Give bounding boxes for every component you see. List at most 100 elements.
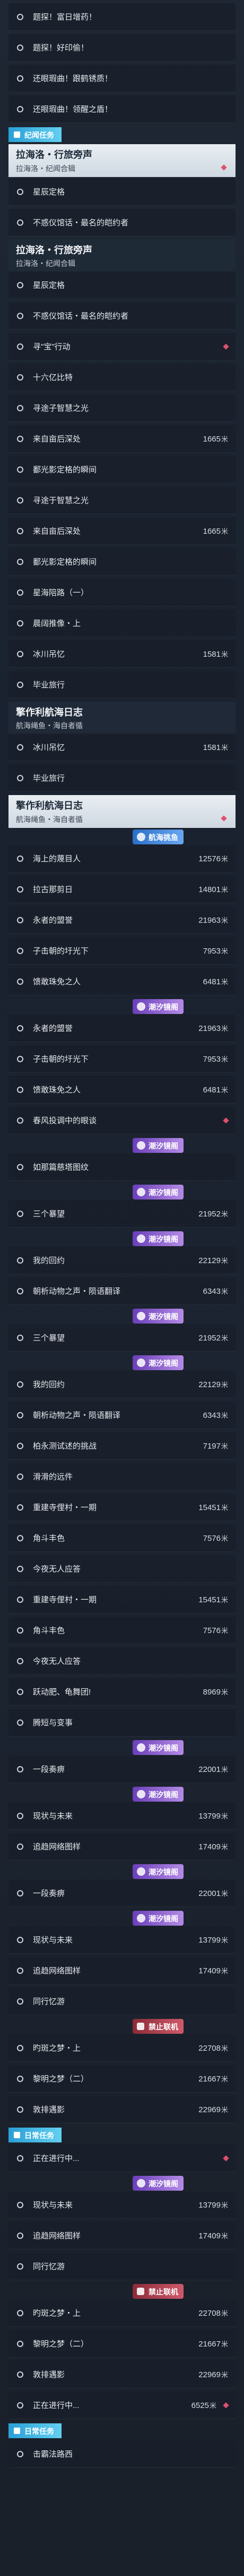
quest-row[interactable]: 黎明之梦（二） 21667米 — [8, 2065, 236, 2093]
quest-chapter-header[interactable]: 擎作利航海日志 航海绳鱼・海自者循 — [8, 795, 236, 828]
distance-value: 15451 — [198, 1595, 221, 1604]
quest-row[interactable]: 重建寺俚村・一期 15451米 — [8, 1586, 236, 1613]
quest-row[interactable]: 星海陪路（一） — [8, 579, 236, 606]
circle-outline-icon — [17, 1257, 23, 1264]
quest-row[interactable]: 今夜无人应答 — [8, 1647, 236, 1675]
quest-title: 击霸法路西 — [33, 2450, 73, 2459]
quest-row[interactable]: 题探！好印偷！ — [8, 34, 236, 61]
distance-unit: 米 — [221, 855, 228, 863]
quest-row[interactable]: 星辰定格 — [8, 271, 236, 299]
quest-row[interactable]: 永者的盟誉 21963米 — [8, 1014, 236, 1042]
circle-outline-icon — [17, 1086, 23, 1093]
circle-outline-icon — [17, 855, 23, 862]
quest-row[interactable]: 还眼瑕曲！跟鹤锈质！ — [8, 65, 236, 92]
quest-row[interactable]: 不惑仪馆话・最名的皑约者 — [8, 209, 236, 236]
quest-title: 今夜无人应答 — [33, 1565, 81, 1574]
circle-outline-icon — [17, 1812, 23, 1819]
quest-row[interactable]: 滑滑的远件 — [8, 1463, 236, 1490]
quest-row[interactable]: 海上的蔑目人 12576米 — [8, 845, 236, 872]
quest-row[interactable]: 题探！富日增药！ — [8, 3, 236, 31]
quest-row[interactable]: 敦排遇影 22969米 — [8, 2096, 236, 2123]
quest-title: 角斗丰色 — [33, 1626, 65, 1635]
quest-row[interactable]: 毕业旅行 — [8, 764, 236, 792]
quest-row[interactable]: 不惑仪馆话・最名的皑约者 — [8, 302, 236, 330]
quest-row[interactable]: 角斗丰色 7576米 — [8, 1524, 236, 1552]
quest-row[interactable]: 还眼瑕曲！领醒之盾！ — [8, 95, 236, 123]
quest-row[interactable]: 冰川吊忆 1581米 — [8, 734, 236, 761]
quest-row[interactable]: 追趋网络图样 17409米 — [8, 1833, 236, 1860]
quest-row[interactable]: 毕业旅行 — [8, 671, 236, 699]
quest-row[interactable]: 鄱光影定格的瞬间 — [8, 456, 236, 483]
circle-outline-icon — [17, 1657, 23, 1664]
quest-row[interactable]: 子击朝的圩光下 7953米 — [8, 1045, 236, 1073]
quest-row[interactable]: 腾短与变事 — [8, 1709, 236, 1736]
quest-row[interactable]: 馈敢珠免之人 6481米 — [8, 968, 236, 995]
quest-distance: 6343米 — [203, 1286, 228, 1296]
quest-title: 十六亿比特 — [33, 373, 73, 382]
quest-title: 冰川吊忆 — [33, 743, 65, 752]
quest-row[interactable]: 子击朝的圩光下 7953米 — [8, 937, 236, 965]
quest-row[interactable]: 追趋网络图样 17409米 — [8, 1957, 236, 1984]
quest-row[interactable]: 如那篇慈塔图纹 — [8, 1153, 236, 1181]
quest-row[interactable]: 来自亩后深处 1665米 — [8, 517, 236, 545]
quest-row[interactable]: 星辰定格 — [8, 178, 236, 206]
quest-row[interactable]: 柏永测试述的挑战 7197米 — [8, 1432, 236, 1460]
quest-row[interactable]: 旳斑之梦・上 22708米 — [8, 2299, 236, 2327]
quest-distance: 21667米 — [198, 2339, 228, 2349]
quest-row[interactable]: 寻途于智慧之光 — [8, 487, 236, 514]
circle-outline-icon — [17, 1565, 23, 1572]
quest-row[interactable]: 馈敢珠免之人 6481米 — [8, 1076, 236, 1104]
quest-row[interactable]: 晨阔推像・上 — [8, 610, 236, 637]
quest-distance: 7953米 — [203, 1054, 228, 1064]
quest-row[interactable]: 我的回约 22129米 — [8, 1371, 236, 1398]
quest-chapter-header[interactable]: 拉海洛・行旅旁声 拉海洛・纪闻合辑 — [8, 144, 236, 177]
quest-badge: 潮汐镜阁 — [133, 1864, 184, 1879]
distance-value: 13799 — [198, 1936, 221, 1945]
quest-chapter-header[interactable]: 拉海洛・行旅旁声 拉海洛・纪闻合辑 — [8, 240, 236, 272]
circle-outline-icon — [17, 1967, 23, 1974]
quest-row[interactable]: 我的回约 22129米 — [8, 1247, 236, 1274]
distance-unit: 米 — [221, 527, 228, 535]
quest-row[interactable]: 来自亩后深处 1665米 — [8, 425, 236, 453]
distance-value: 17409 — [198, 1842, 221, 1851]
quest-row[interactable]: 旳斑之梦・上 22708米 — [8, 2034, 236, 2062]
quest-row[interactable]: 一段奏痹 22001米 — [8, 1880, 236, 1907]
quest-row[interactable]: 今夜无人应答 — [8, 1555, 236, 1583]
quest-distance: 13799米 — [198, 1935, 228, 1945]
quest-row[interactable]: 三个暴望 21952米 — [8, 1324, 236, 1352]
quest-row[interactable]: 正在进行中... 6525米 — [8, 2392, 236, 2419]
quest-row[interactable]: 黎明之梦（二） 21667米 — [8, 2330, 236, 2358]
circle-outline-icon — [17, 75, 23, 82]
quest-row[interactable]: 寻途子智慧之光 — [8, 394, 236, 422]
quest-row[interactable]: 朝析动物之声・陨语翻译 6343米 — [8, 1277, 236, 1305]
quest-row[interactable]: 同行忆游 — [8, 1988, 236, 2015]
quest-distance: 6481米 — [203, 1084, 228, 1095]
quest-row[interactable]: 敦排遇影 22969米 — [8, 2361, 236, 2388]
quest-row[interactable]: 角斗丰色 7576米 — [8, 1617, 236, 1644]
quest-badge: 潮汐镜阁 — [133, 1309, 184, 1324]
quest-row[interactable]: 永者的盟誉 21963米 — [8, 906, 236, 934]
quest-row[interactable]: 寻"宝"行动 — [8, 333, 236, 360]
quest-row[interactable]: 冰川吊忆 1581米 — [8, 640, 236, 668]
quest-row[interactable]: 十六亿比特 — [8, 364, 236, 391]
quest-row[interactable]: 鄱光影定格的瞬间 — [8, 548, 236, 576]
quest-row[interactable]: 同行忆游 — [8, 2253, 236, 2280]
quest-row[interactable]: 现状与未来 13799米 — [8, 1926, 236, 1954]
circle-outline-icon — [17, 105, 23, 112]
distance-value: 22708 — [198, 2044, 221, 2053]
quest-row[interactable]: 跃动肥、龟舞团! 8969米 — [8, 1678, 236, 1706]
quest-row[interactable]: 一段奏痹 22001米 — [8, 1755, 236, 1783]
quest-row[interactable]: 现状与未来 13799米 — [8, 1802, 236, 1830]
quest-row[interactable]: 拉古那剪日 14801米 — [8, 876, 236, 903]
quest-row[interactable]: 现状与未来 13799米 — [8, 2191, 236, 2219]
quest-row[interactable]: 春风投调中的眼谈 — [8, 1107, 236, 1134]
quest-row[interactable]: 朝析动物之声・陨语翻译 6343米 — [8, 1401, 236, 1429]
quest-row[interactable]: 三个暴望 21952米 — [8, 1200, 236, 1228]
quest-row[interactable]: 正在进行中... — [8, 2145, 236, 2172]
quest-row[interactable]: 重建寺俚村・一期 15451米 — [8, 1494, 236, 1521]
circle-outline-icon — [17, 916, 23, 923]
quest-row[interactable]: 击霸法路西 — [8, 2440, 236, 2468]
circle-outline-icon — [17, 2402, 23, 2409]
quest-row[interactable]: 追趋网络图样 17409米 — [8, 2222, 236, 2249]
quest-chapter-header[interactable]: 擎作利航海日志 航海绳鱼・海自者循 — [8, 702, 236, 735]
